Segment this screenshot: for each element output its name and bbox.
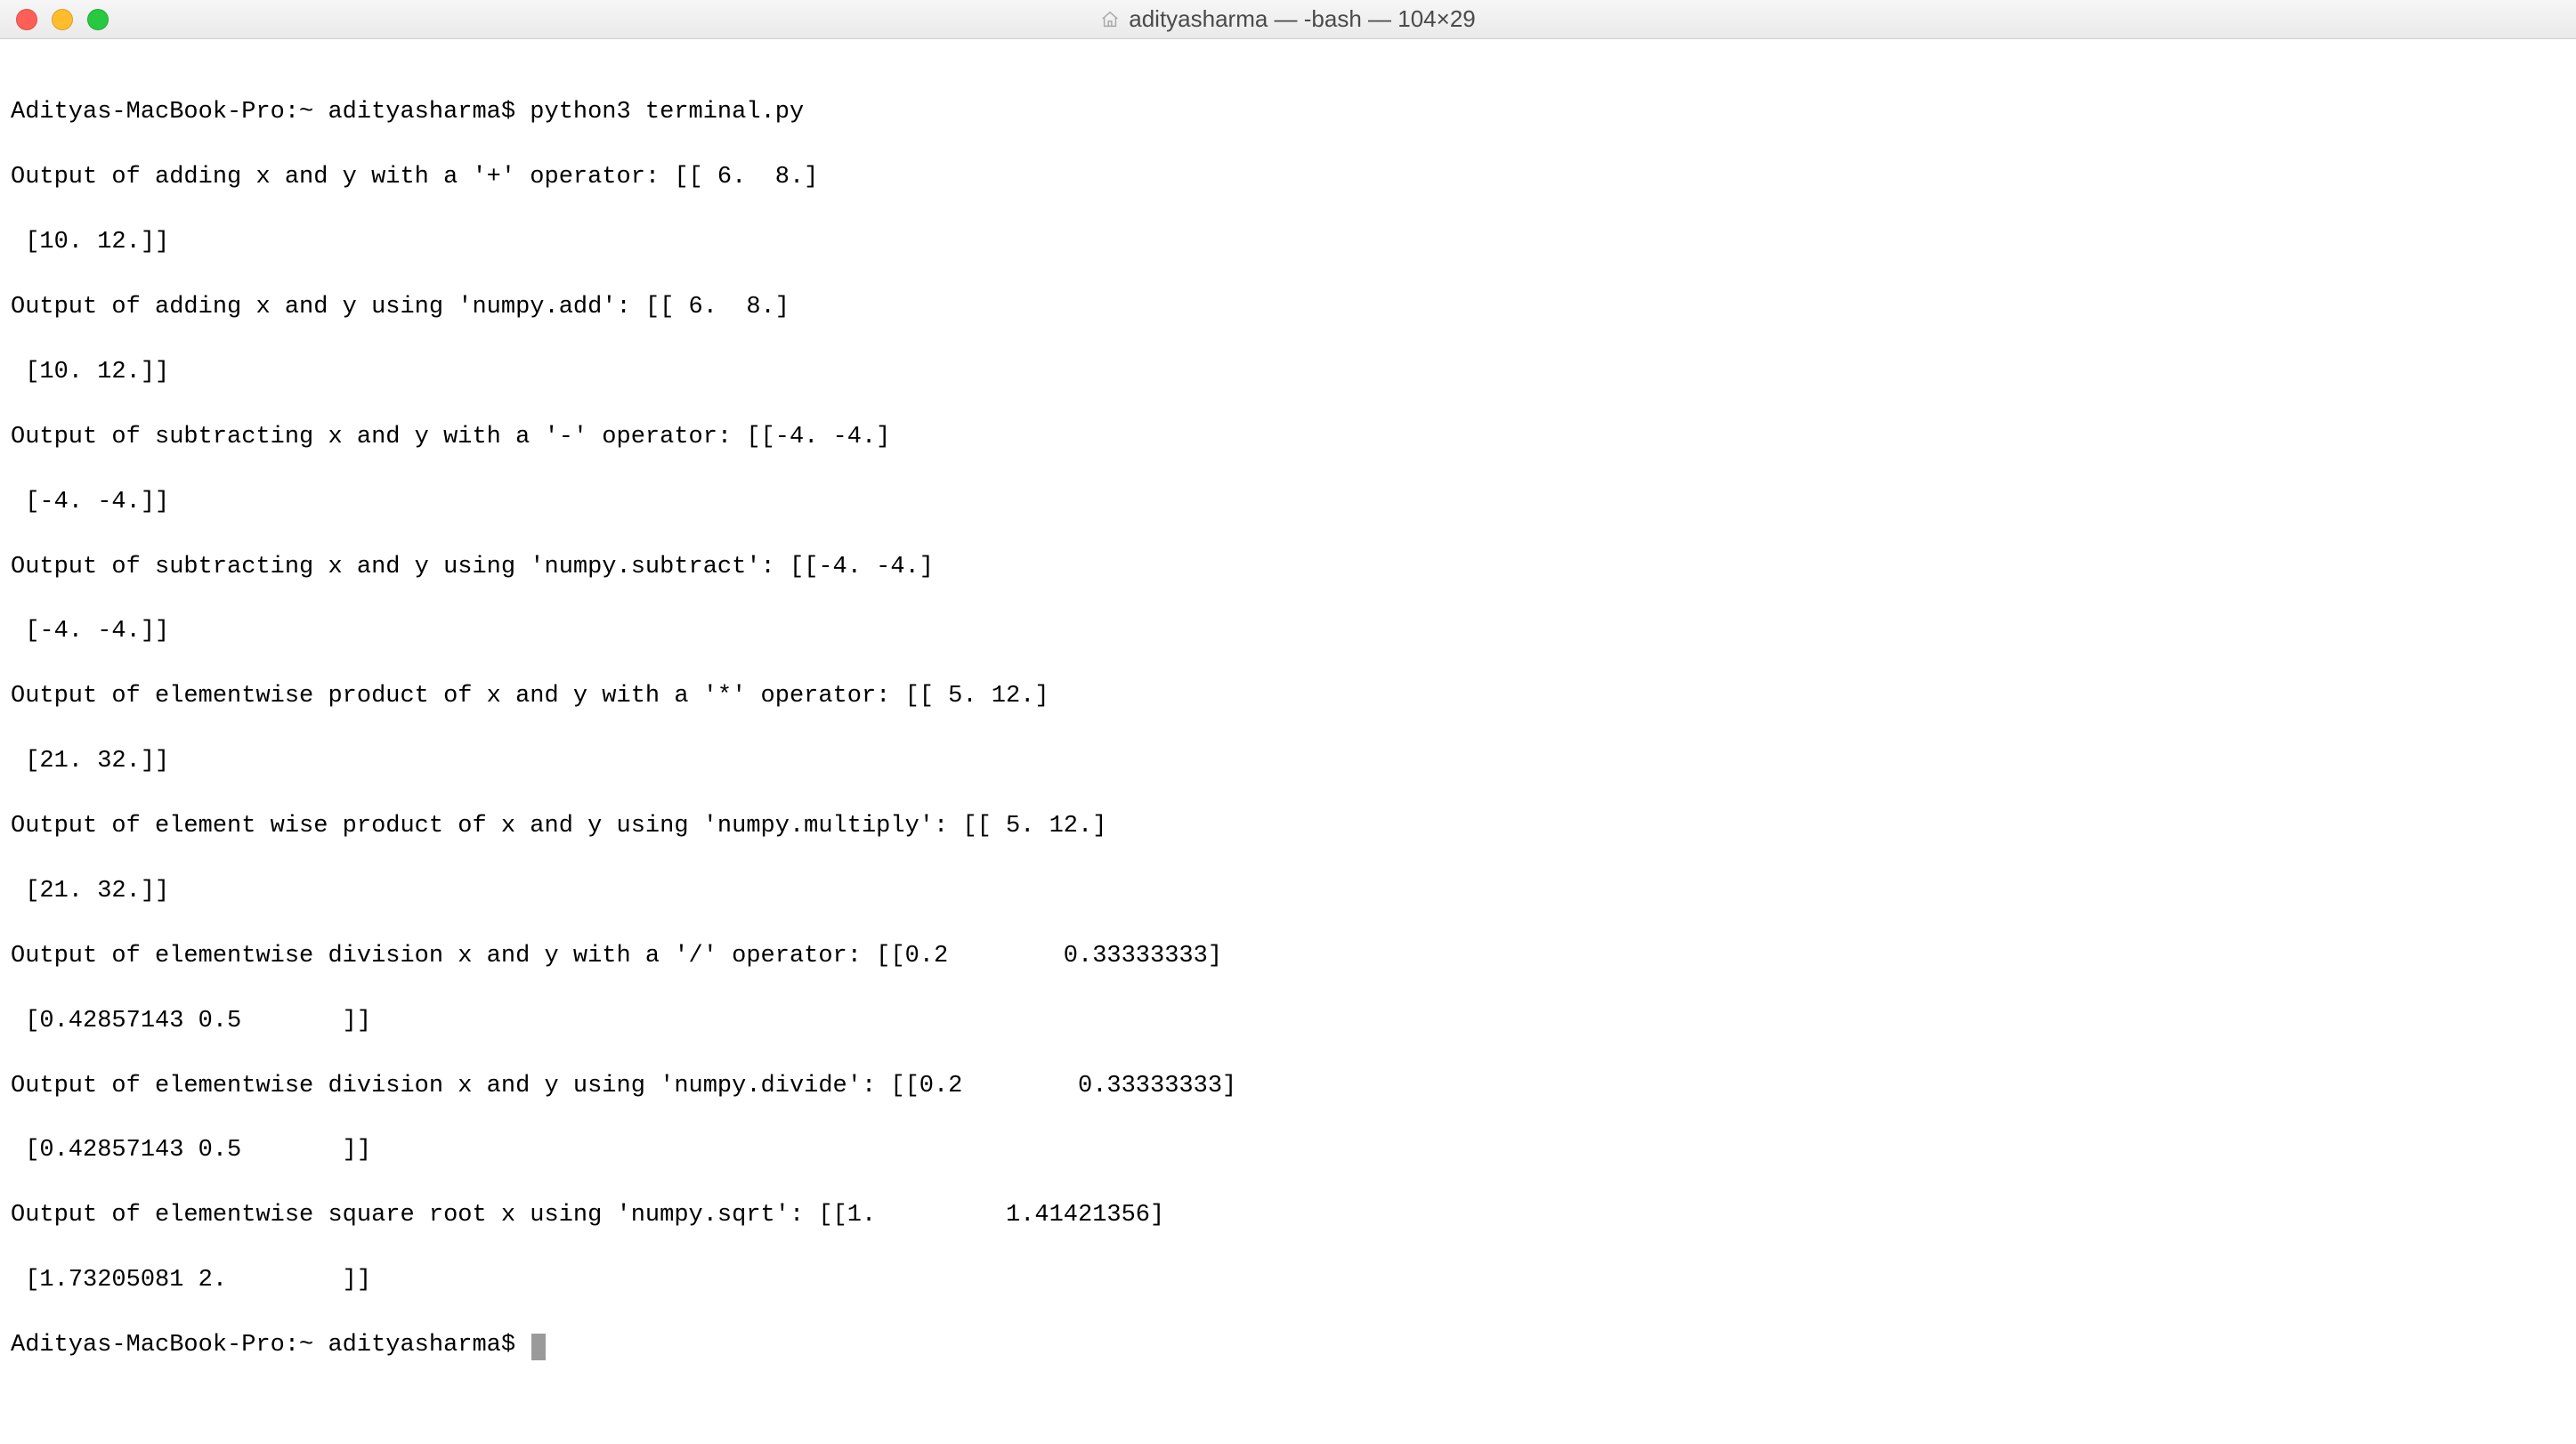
cursor-icon: [531, 1334, 546, 1360]
home-icon: [1100, 10, 1120, 29]
output-line: Output of elementwise product of x and y…: [11, 680, 2565, 712]
terminal-window: adityasharma — -bash — 104×29 Adityas-Ma…: [0, 0, 2576, 1444]
close-button[interactable]: [16, 9, 37, 30]
output-line: Output of element wise product of x and …: [11, 810, 2565, 842]
output-line: [-4. -4.]]: [11, 486, 2565, 518]
output-line: [1.73205081 2. ]]: [11, 1264, 2565, 1296]
title-wrap: adityasharma — -bash — 104×29: [0, 5, 2576, 33]
prompt-line-current[interactable]: Adityas-MacBook-Pro:~ adityasharma$: [11, 1329, 2565, 1361]
output-line: Output of subtracting x and y using 'num…: [11, 551, 2565, 583]
traffic-lights: [0, 9, 109, 30]
output-line: [21. 32.]]: [11, 875, 2565, 907]
window-title: adityasharma — -bash — 104×29: [1129, 5, 1476, 33]
minimize-button[interactable]: [52, 9, 73, 30]
output-line: Output of elementwise division x and y w…: [11, 940, 2565, 972]
terminal-body[interactable]: Adityas-MacBook-Pro:~ adityasharma$ pyth…: [0, 39, 2576, 1444]
prompt-line: Adityas-MacBook-Pro:~ adityasharma$ pyth…: [11, 96, 2565, 128]
output-line: [-4. -4.]]: [11, 615, 2565, 647]
output-line: [0.42857143 0.5 ]]: [11, 1005, 2565, 1037]
output-line: [10. 12.]]: [11, 226, 2565, 258]
output-line: Output of subtracting x and y with a '-'…: [11, 421, 2565, 453]
window-titlebar: adityasharma — -bash — 104×29: [0, 0, 2576, 39]
output-line: [21. 32.]]: [11, 745, 2565, 777]
output-line: Output of adding x and y using 'numpy.ad…: [11, 291, 2565, 323]
maximize-button[interactable]: [87, 9, 109, 30]
output-line: Output of elementwise square root x usin…: [11, 1199, 2565, 1231]
output-line: [10. 12.]]: [11, 356, 2565, 388]
output-line: Output of elementwise division x and y u…: [11, 1070, 2565, 1102]
prompt-text: Adityas-MacBook-Pro:~ adityasharma$: [11, 1332, 530, 1359]
output-line: Output of adding x and y with a '+' oper…: [11, 161, 2565, 193]
output-line: [0.42857143 0.5 ]]: [11, 1134, 2565, 1166]
